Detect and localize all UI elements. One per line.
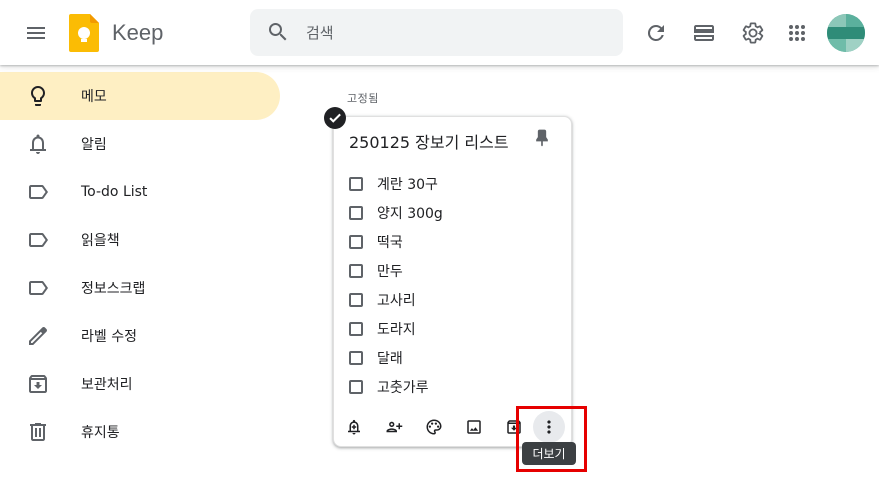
list-item[interactable]: 도라지: [349, 314, 443, 343]
hamburger-menu-icon: [27, 27, 45, 39]
list-item-text: 떡국: [377, 234, 403, 251]
add-image-button[interactable]: [459, 412, 489, 442]
sidebar-item-label: 알림: [81, 137, 107, 153]
label-icon: [26, 228, 50, 252]
sidebar-item-label: 휴지통: [81, 425, 120, 441]
bell-icon: [26, 132, 50, 156]
settings-button[interactable]: [735, 15, 771, 51]
checkbox[interactable]: [349, 205, 363, 220]
sidebar-item-label: 정보스크랩: [81, 281, 146, 297]
list-item[interactable]: 계란 30구: [349, 169, 443, 198]
trash-icon: [26, 420, 50, 444]
checkbox[interactable]: [349, 350, 363, 365]
sidebar-item-info-scrap[interactable]: 정보스크랩: [0, 264, 280, 312]
checkbox[interactable]: [349, 263, 363, 278]
list-item[interactable]: 고사리: [349, 285, 443, 314]
checkbox[interactable]: [349, 321, 363, 336]
search-icon[interactable]: [266, 20, 290, 48]
checklist: 계란 30구 양지 300g 떡국 만두 고사리 도라지 달래 고춧가루: [349, 169, 443, 401]
main-menu-button[interactable]: [18, 15, 54, 51]
sidebar: 메모 알림 To-do List 읽을책 정보스크랩 라벨 수정 보관처리 휴지…: [0, 72, 282, 456]
top-app-bar: Keep: [0, 0, 879, 65]
background-options-button[interactable]: [419, 412, 449, 442]
lightbulb-icon: [26, 84, 50, 108]
list-item[interactable]: 양지 300g: [349, 198, 443, 227]
label-icon: [26, 180, 50, 204]
list-item-text: 달래: [377, 350, 403, 367]
checkbox[interactable]: [349, 176, 363, 191]
checkbox[interactable]: [349, 379, 363, 394]
sidebar-item-edit-labels[interactable]: 라벨 수정: [0, 312, 280, 360]
note-card[interactable]: 250125 장보기 리스트 계란 30구 양지 300g 떡국 만두 고사리 …: [333, 116, 572, 447]
refresh-button[interactable]: [638, 15, 674, 51]
checkbox[interactable]: [349, 234, 363, 249]
apps-grid-icon: [789, 25, 805, 41]
list-item-text: 도라지: [377, 321, 416, 338]
pencil-icon: [26, 324, 50, 348]
select-note-checkbox[interactable]: [324, 107, 346, 129]
sidebar-item-notes[interactable]: 메모: [0, 72, 280, 120]
sidebar-item-reminders[interactable]: 알림: [0, 120, 280, 168]
collaborator-button[interactable]: [379, 412, 409, 442]
list-item[interactable]: 만두: [349, 256, 443, 285]
list-item-text: 고사리: [377, 292, 416, 309]
list-item[interactable]: 떡국: [349, 227, 443, 256]
sidebar-item-label: 읽을책: [81, 233, 120, 249]
remind-me-button[interactable]: [339, 412, 369, 442]
sidebar-item-label: 메모: [81, 89, 107, 105]
sidebar-item-reading-books[interactable]: 읽을책: [0, 216, 280, 264]
list-item-text: 만두: [377, 263, 403, 280]
keep-logo[interactable]: [69, 14, 99, 52]
app-title[interactable]: Keep: [112, 20, 163, 46]
sidebar-item-trash[interactable]: 휴지통: [0, 408, 280, 456]
label-icon: [26, 276, 50, 300]
sidebar-item-label: 라벨 수정: [81, 329, 137, 345]
image-icon: [467, 420, 481, 434]
archive-icon: [26, 372, 50, 396]
person-add-icon: [386, 421, 403, 433]
refresh-icon: [647, 24, 664, 41]
list-item[interactable]: 고춧가루: [349, 372, 443, 401]
google-apps-button[interactable]: [779, 15, 815, 51]
list-view-icon: [694, 25, 714, 41]
list-item-text: 고춧가루: [377, 379, 429, 396]
list-item-text: 계란 30구: [377, 176, 438, 193]
gear-icon: [742, 22, 764, 44]
list-item-text: 양지 300g: [377, 205, 443, 222]
sidebar-item-label: To-do List: [81, 184, 148, 200]
list-view-button[interactable]: [686, 15, 722, 51]
palette-icon: [426, 419, 442, 435]
sidebar-item-label: 보관처리: [81, 377, 133, 393]
bell-plus-icon: [348, 419, 360, 435]
sidebar-item-todo-list[interactable]: To-do List: [0, 168, 280, 216]
pin-icon: [536, 129, 548, 147]
pin-button[interactable]: [530, 126, 554, 150]
account-avatar[interactable]: [827, 14, 865, 52]
checkbox[interactable]: [349, 292, 363, 307]
list-item[interactable]: 달래: [349, 343, 443, 372]
pinned-section-label: 고정됨: [347, 92, 379, 105]
sidebar-item-archive[interactable]: 보관처리: [0, 360, 280, 408]
note-title[interactable]: 250125 장보기 리스트: [349, 129, 509, 153]
search-input[interactable]: [306, 9, 606, 56]
check-icon: [329, 113, 341, 123]
search-bar[interactable]: [250, 9, 623, 56]
more-options-tooltip: 더보기: [522, 442, 576, 465]
